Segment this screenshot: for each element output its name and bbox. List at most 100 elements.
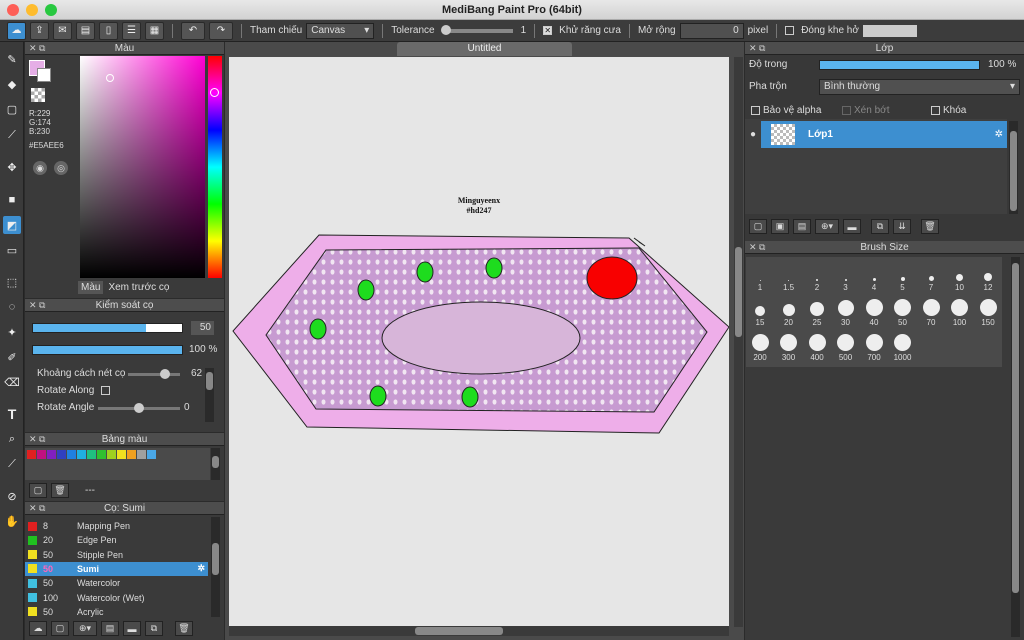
lock-checkbox[interactable]	[931, 106, 940, 115]
saturation-value-picker[interactable]	[80, 56, 205, 278]
scroll-thumb[interactable]	[735, 247, 742, 337]
new-1bit-layer-icon[interactable]: ▤	[793, 219, 811, 234]
eyedropper-tool-icon[interactable]: ⊘	[3, 487, 21, 505]
brush-control-scrollbar[interactable]	[205, 368, 214, 422]
brush-size-option[interactable]: 500	[832, 329, 860, 362]
canvas-hscrollbar[interactable]	[229, 626, 729, 636]
spacing-slider[interactable]	[128, 369, 180, 379]
slider-handle[interactable]	[134, 403, 144, 413]
magic-wand-icon[interactable]: ✦	[3, 323, 21, 341]
brush-list-item[interactable]: 8 Mapping Pen	[25, 519, 208, 533]
secondary-color-swatch[interactable]	[37, 68, 51, 82]
rotate-angle-slider[interactable]	[98, 403, 180, 413]
close-window-button[interactable]	[7, 4, 19, 16]
palette-swatch[interactable]	[147, 450, 156, 459]
line-tool-icon[interactable]: ⟋	[3, 126, 21, 144]
palette-swatch[interactable]	[87, 450, 96, 459]
bucket-tool-icon[interactable]: ◩	[3, 216, 21, 234]
cloud-brush-icon[interactable]: ☁	[29, 621, 47, 636]
palette-icon[interactable]: ◉	[33, 161, 47, 175]
text-tool-icon[interactable]: T	[3, 405, 21, 423]
brush-tool-icon[interactable]: ✎	[3, 50, 21, 68]
new-palette-icon[interactable]: ▢	[29, 483, 47, 498]
color-picker-handle[interactable]	[106, 74, 114, 82]
tab-color[interactable]: Màu	[78, 281, 104, 294]
brush-size-option[interactable]: 1000	[889, 329, 917, 362]
gear-icon[interactable]: ✲	[995, 129, 1003, 140]
brush-size-option[interactable]: 25	[803, 294, 831, 327]
palette-swatch[interactable]	[137, 450, 146, 459]
palette-scrollbar[interactable]	[211, 448, 220, 480]
brush-size-option[interactable]: 7	[917, 259, 945, 292]
layer-folder-icon[interactable]: ▬	[843, 219, 861, 234]
brush-size-option[interactable]: 100	[946, 294, 974, 327]
eraser-tool-icon[interactable]: ◆	[3, 75, 21, 93]
brush-size-option[interactable]: 150	[974, 294, 1002, 327]
brush-size-option[interactable]: 15	[746, 294, 774, 327]
scroll-thumb[interactable]	[415, 627, 503, 635]
hue-slider[interactable]	[208, 56, 222, 278]
gradient-tool-icon[interactable]: ▭	[3, 241, 21, 259]
brush-size-option[interactable]: 10	[946, 259, 974, 292]
brush-size-scrollbar[interactable]	[1011, 257, 1020, 637]
duplicate-layer-icon[interactable]: ⧉	[871, 219, 889, 234]
expand-stepper[interactable]: 0	[679, 22, 744, 39]
scroll-thumb[interactable]	[1012, 263, 1019, 593]
brush-opacity-bar[interactable]	[32, 345, 183, 355]
gear-icon[interactable]: ✲	[197, 563, 205, 574]
document-tab[interactable]: Untitled	[397, 42, 572, 56]
select-tool-icon[interactable]: ⬚	[3, 273, 21, 291]
eye-icon[interactable]: ●	[745, 121, 761, 148]
brush-size-option[interactable]: 12	[974, 259, 1002, 292]
list-icon[interactable]: ☰	[122, 21, 141, 40]
eyedropper-color-icon[interactable]: ◎	[54, 161, 68, 175]
brush-list-scrollbar[interactable]	[211, 517, 220, 617]
scroll-thumb[interactable]	[206, 372, 213, 390]
slider-handle[interactable]	[160, 369, 170, 379]
palette-swatch[interactable]	[57, 450, 66, 459]
protect-alpha-checkbox[interactable]	[751, 106, 760, 115]
clipping-checkbox[interactable]	[842, 106, 851, 115]
hue-handle[interactable]	[210, 88, 219, 97]
panel-close-icon[interactable]: ✕ ⧉	[29, 502, 45, 515]
brush-list-item[interactable]: 50 Acrylic	[25, 605, 208, 619]
brush-list-item[interactable]: 100 Watercolor (Wet)	[25, 591, 208, 605]
brush-list-item[interactable]: 50 Stipple Pen	[25, 548, 208, 562]
page-icon[interactable]: ▯	[99, 21, 118, 40]
palette-swatch[interactable]	[97, 450, 106, 459]
brush-settings-icon[interactable]: ▤	[101, 621, 119, 636]
slider-handle[interactable]	[440, 24, 451, 35]
palette-swatch[interactable]	[37, 450, 46, 459]
rotate-along-checkbox[interactable]	[101, 386, 111, 395]
palette-swatch[interactable]	[117, 450, 126, 459]
zoom-window-button[interactable]	[45, 4, 57, 16]
palette-swatch[interactable]	[77, 450, 86, 459]
delete-layer-icon[interactable]: 🗑	[921, 219, 939, 234]
merge-layer-icon[interactable]: ⇊	[893, 219, 911, 234]
palette-swatch[interactable]	[47, 450, 56, 459]
delete-palette-icon[interactable]: 🗑	[51, 483, 69, 498]
brush-size-option[interactable]: 30	[832, 294, 860, 327]
brush-size-option[interactable]: 200	[746, 329, 774, 362]
close-gap-field[interactable]	[862, 24, 917, 37]
brush-list-item[interactable]: 50 Sumi ✲	[25, 561, 208, 576]
panel-close-icon[interactable]: ✕ ⧉	[29, 42, 45, 55]
palette-swatch[interactable]	[27, 450, 36, 459]
scroll-thumb[interactable]	[1010, 131, 1017, 211]
brush-size-value[interactable]: 50	[191, 321, 214, 335]
lasso-tool-icon[interactable]: ◌	[3, 298, 21, 316]
scroll-thumb[interactable]	[212, 543, 219, 575]
brush-size-option[interactable]: 700	[860, 329, 888, 362]
brush-size-option[interactable]: 50	[889, 294, 917, 327]
brush-size-option[interactable]: 3	[832, 259, 860, 292]
folder-icon[interactable]: ▬	[123, 621, 141, 636]
panel-close-icon[interactable]: ✕ ⧉	[749, 42, 765, 55]
hand-tool-icon[interactable]: ✋	[3, 512, 21, 530]
brush-size-bar[interactable]	[32, 323, 183, 333]
reference-select[interactable]: Canvas ▾	[306, 22, 375, 39]
tolerance-slider[interactable]	[440, 24, 513, 35]
divide-tool-icon[interactable]: ⟋	[3, 455, 21, 473]
operation-tool-icon[interactable]: ⌕	[3, 430, 21, 448]
close-gap-checkbox[interactable]	[785, 26, 795, 35]
comment-icon[interactable]: ✉	[53, 21, 72, 40]
